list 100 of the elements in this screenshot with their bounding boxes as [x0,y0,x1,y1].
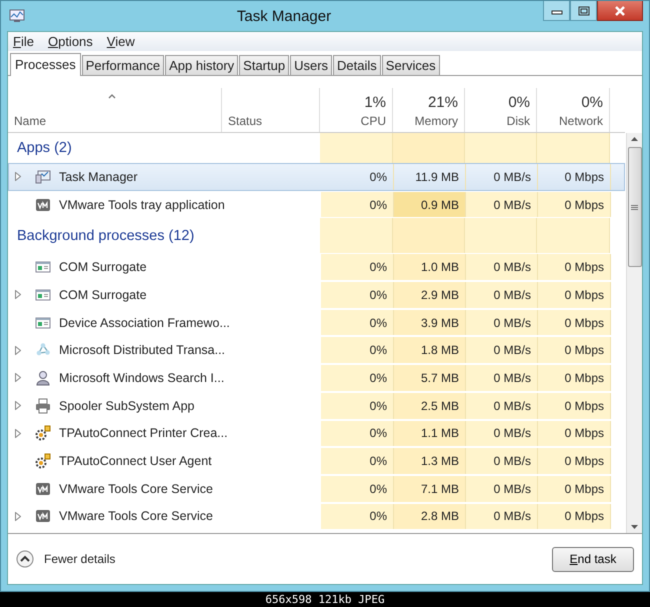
menu-item[interactable]: View [106,34,135,49]
process-name: Device Association Framewo... [59,316,230,330]
usage-percent: 0% [508,94,530,111]
grip-icon [631,204,638,210]
menu-item[interactable]: Options [48,34,93,49]
metric-cell: 0% [321,192,394,218]
metric-cell: 2.9 MB [394,282,466,308]
metric-cell: 0 MB/s [466,337,538,364]
metric-cell: 0% [321,254,394,280]
metric-cell: 0 Mbps [538,337,611,364]
metric-cell: 3.9 MB [394,310,466,336]
metric-cell: 0% [321,392,394,418]
window-title: Task Manager [236,8,332,24]
scrollbar-thumb[interactable] [628,147,642,267]
metric-cell: 0 MB/s [466,310,538,336]
metric-cell: 7.1 MB [394,476,466,502]
metric-cell: 0.9 MB [394,192,466,218]
metric-cell: 0% [321,282,394,308]
metric-cell: 0% [321,365,394,391]
expand-arrow-icon[interactable] [15,172,21,182]
metric-cell: 0 Mbps [538,164,611,190]
metric-cell: 0 Mbps [538,192,611,218]
metric-cell: 1.8 MB [394,337,466,364]
column-header[interactable]: CPU [360,114,386,128]
user-icon [35,370,51,386]
metric-cell: 1.0 MB [394,254,466,280]
metric-cell: 0 Mbps [538,310,611,336]
metric-cell: 0 Mbps [538,392,611,418]
metric-cell: 0 Mbps [538,504,611,530]
metric-cell: 0 Mbps [538,476,611,502]
expand-arrow-icon[interactable] [15,346,21,355]
menu-item[interactable]: File [13,34,34,49]
expand-arrow-icon[interactable] [15,373,21,382]
fewer-details-link[interactable]: Fewer details [16,550,116,568]
metric-cell: 0% [321,476,394,502]
tab[interactable]: Services [382,55,440,75]
chevron-up-icon [16,550,34,568]
metric-cell: 0% [321,164,394,190]
process-name: VMware Tools tray application [59,198,225,212]
metric-cell: 0 Mbps [538,282,611,308]
column-header[interactable]: Disk [506,114,530,128]
column-header[interactable]: Memory [414,114,458,128]
column-header[interactable]: Name [14,114,46,128]
process-name: TPAutoConnect User Agent [59,454,212,468]
metric-cell: 1.3 MB [394,448,466,474]
end-task-button[interactable]: End task [552,546,634,572]
metric-cell: 0% [321,504,394,530]
metric-cell: 5.7 MB [394,365,466,391]
close-icon [614,6,626,16]
metric-cell: 0 MB/s [466,254,538,280]
column-header[interactable]: Status [228,114,262,128]
expand-arrow-icon[interactable] [15,428,21,438]
close-button[interactable] [597,1,643,21]
window-icon [35,314,51,331]
metric-cell: 0 MB/s [466,476,538,502]
process-name: Microsoft Windows Search I... [59,370,224,385]
usage-percent: 1% [364,94,386,111]
metric-cell: 2.5 MB [394,392,466,418]
metric-cell: 0 Mbps [538,365,611,391]
tab[interactable]: Performance [82,55,164,75]
process-name: COM Surrogate [59,260,147,274]
metric-cell: 0 Mbps [538,448,611,474]
metric-cell: 0 MB/s [466,365,538,391]
expand-arrow-icon[interactable] [15,512,21,521]
gear-icon [35,453,51,470]
metric-cell: 0% [321,337,394,364]
process-name: Task Manager [59,170,138,184]
selected-row[interactable]: Task Manager 0% 11.9 MB 0 MB/s 0 Mbps [8,163,625,191]
printer-icon [35,398,51,414]
vm-icon [35,508,51,524]
expand-arrow-icon[interactable] [15,401,21,410]
expand-arrow-icon[interactable] [15,290,21,300]
metric-cell: 0% [321,310,394,336]
tab[interactable]: Users [290,55,332,75]
chart-icon [9,9,25,23]
tab[interactable]: App history [165,55,238,75]
tab[interactable]: Startup [239,55,290,75]
metric-cell: 0 Mbps [538,254,611,280]
minimize-button[interactable] [543,1,570,21]
maximize-button[interactable] [570,1,597,21]
group-title: Background processes (12) [17,228,194,244]
group-title: Apps (2) [17,140,72,156]
usage-percent: 0% [581,94,603,111]
metric-cell: 0 MB/s [466,420,538,446]
scroll-down-icon[interactable] [631,525,638,529]
scrollbar[interactable] [626,133,642,533]
metric-cell: 2.8 MB [394,504,466,530]
metric-cell: 0% [321,448,394,474]
column-header[interactable]: Network [558,114,603,128]
metric-cell: 0 MB/s [466,164,538,190]
process-name: Microsoft Distributed Transa... [59,343,226,358]
vm-icon [35,480,51,497]
tab[interactable]: Processes [10,53,81,76]
process-name: TPAutoConnect Printer Crea... [59,426,228,440]
tab[interactable]: Details [333,55,381,75]
metric-cell: 0 MB/s [466,448,538,474]
metric-cell: 0 MB/s [466,504,538,530]
scroll-up-icon[interactable] [631,137,638,141]
monitor-icon [35,168,51,185]
metric-cell: 0 Mbps [538,420,611,446]
